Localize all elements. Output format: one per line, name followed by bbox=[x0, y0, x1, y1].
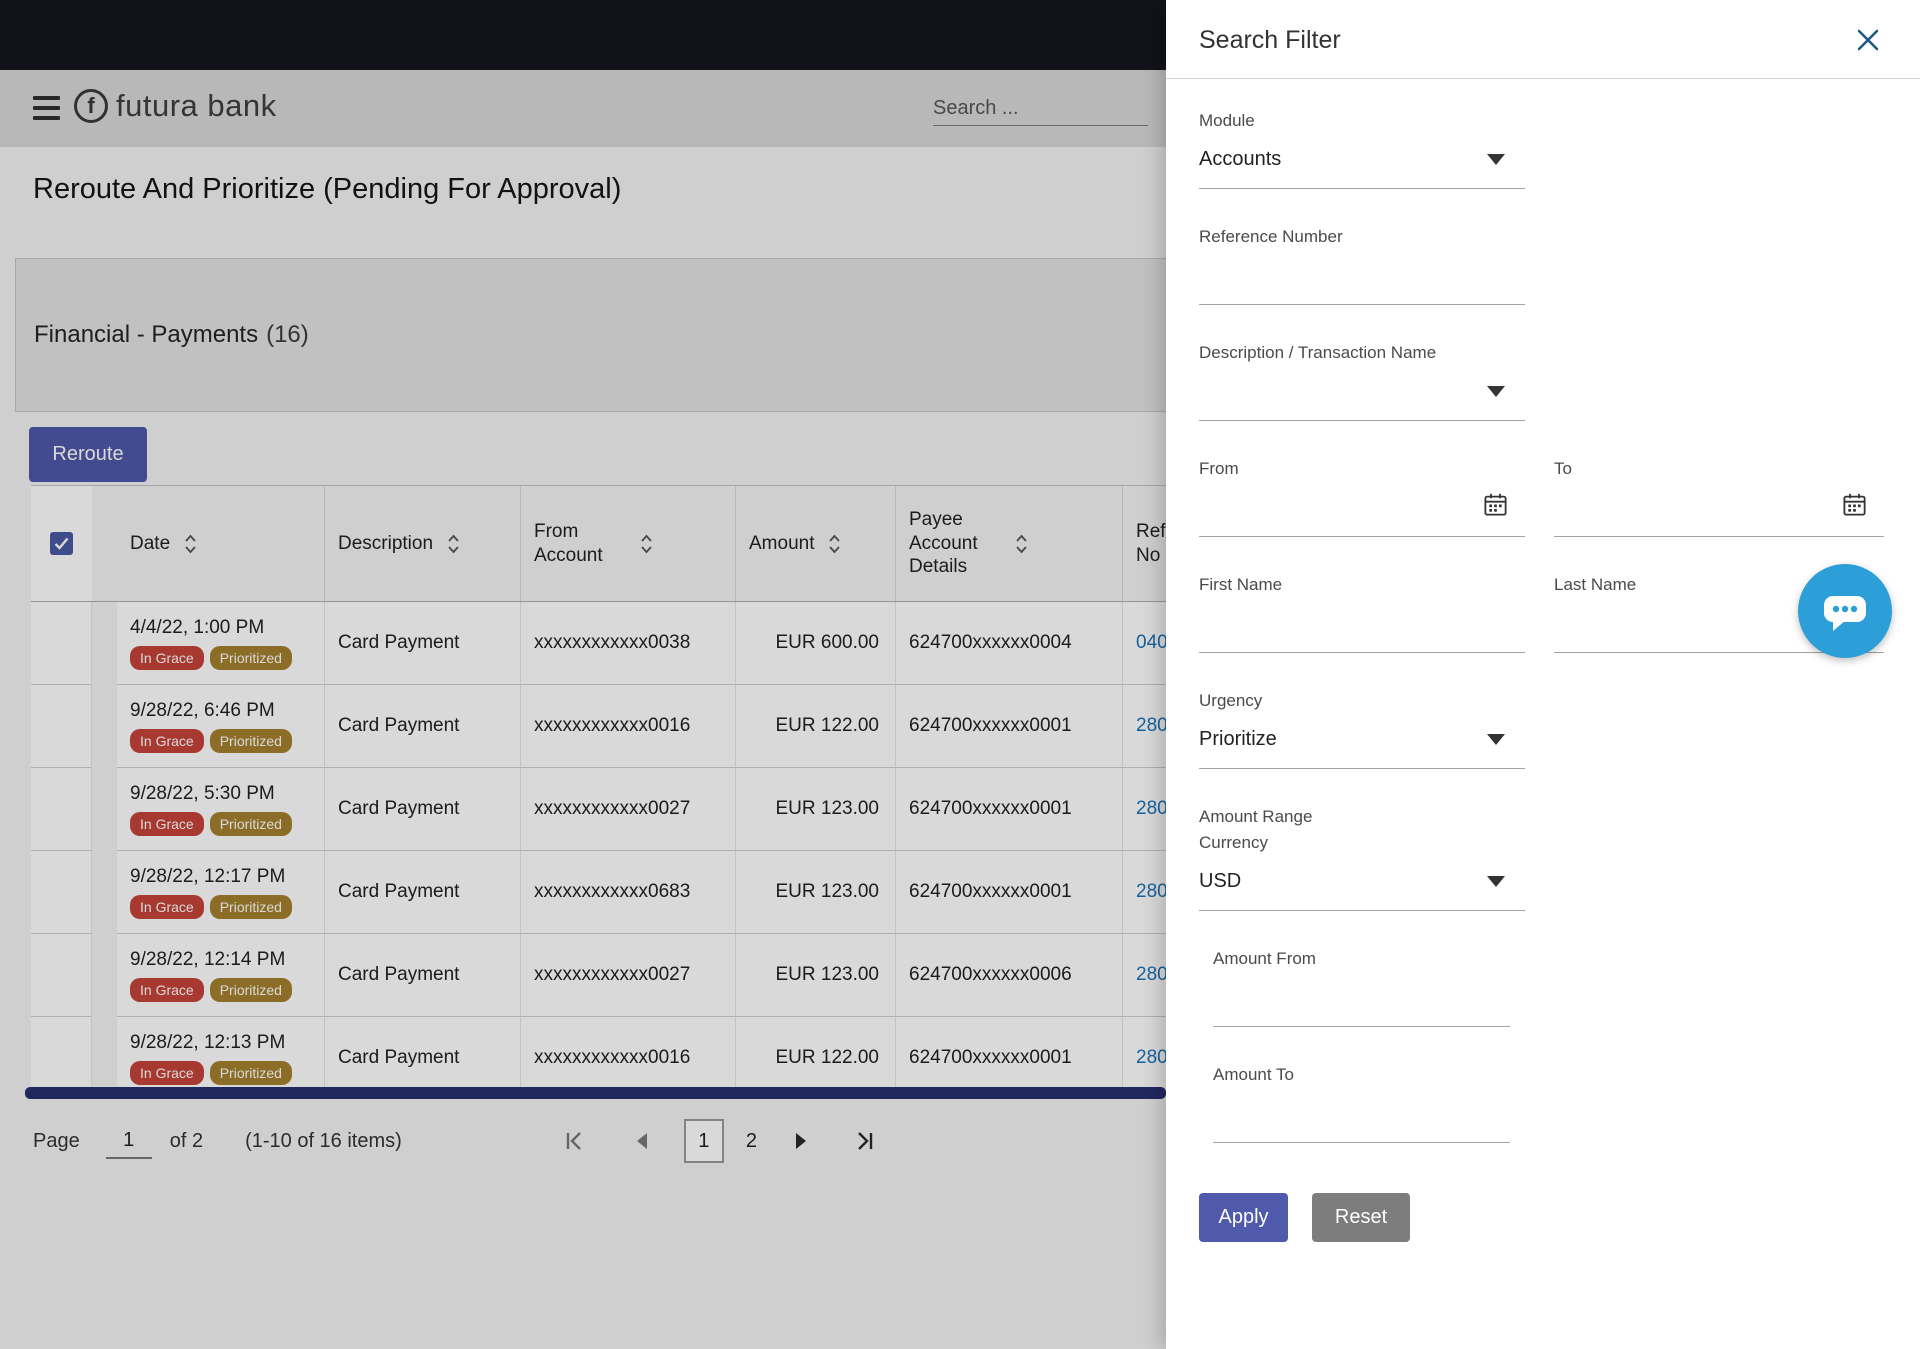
chevron-down-icon bbox=[1487, 386, 1505, 397]
amount-to-field: Amount To bbox=[1213, 1064, 1510, 1143]
first-name-label: First Name bbox=[1199, 574, 1525, 595]
chat-bubble-icon bbox=[1818, 584, 1872, 638]
amount-to-input[interactable] bbox=[1213, 1085, 1510, 1143]
urgency-label: Urgency bbox=[1199, 690, 1525, 711]
close-icon[interactable] bbox=[1852, 24, 1884, 56]
description-label: Description / Transaction Name bbox=[1199, 342, 1525, 363]
module-select[interactable]: Accounts bbox=[1199, 131, 1525, 189]
description-select[interactable] bbox=[1199, 363, 1525, 421]
urgency-select[interactable]: Prioritize bbox=[1199, 711, 1525, 769]
amount-range-section-label: Amount Range bbox=[1199, 806, 1525, 827]
description-field: Description / Transaction Name bbox=[1199, 342, 1525, 421]
amount-range-currency-field: Amount Range Currency USD bbox=[1199, 806, 1525, 911]
from-date-label: From bbox=[1199, 458, 1525, 479]
to-date-label: To bbox=[1554, 458, 1884, 479]
to-date-input[interactable] bbox=[1554, 479, 1884, 537]
chevron-down-icon bbox=[1487, 876, 1505, 887]
first-name-field: First Name bbox=[1199, 574, 1525, 653]
from-date-input[interactable] bbox=[1199, 479, 1525, 537]
amount-from-label: Amount From bbox=[1213, 948, 1510, 969]
chevron-down-icon bbox=[1487, 154, 1505, 165]
currency-label: Currency bbox=[1199, 832, 1525, 853]
apply-button[interactable]: Apply bbox=[1199, 1193, 1288, 1242]
module-label: Module bbox=[1199, 110, 1525, 131]
reset-button[interactable]: Reset bbox=[1312, 1193, 1410, 1242]
module-field: Module Accounts bbox=[1199, 110, 1525, 189]
reference-number-label: Reference Number bbox=[1199, 226, 1525, 247]
to-date-field: To bbox=[1554, 458, 1884, 537]
chat-fab-button[interactable] bbox=[1798, 564, 1892, 658]
urgency-value: Prioritize bbox=[1199, 728, 1277, 751]
chevron-down-icon bbox=[1487, 734, 1505, 745]
calendar-icon[interactable] bbox=[1482, 491, 1509, 524]
calendar-icon[interactable] bbox=[1841, 491, 1868, 524]
filter-title: Search Filter bbox=[1199, 26, 1341, 55]
urgency-field: Urgency Prioritize bbox=[1199, 690, 1525, 769]
module-value: Accounts bbox=[1199, 148, 1281, 171]
amount-to-label: Amount To bbox=[1213, 1064, 1510, 1085]
currency-select[interactable]: USD bbox=[1199, 853, 1525, 911]
reference-number-input[interactable] bbox=[1199, 247, 1525, 305]
search-filter-panel: Search Filter Module Accounts Reference … bbox=[1166, 0, 1920, 1349]
from-date-field: From bbox=[1199, 458, 1525, 537]
first-name-input[interactable] bbox=[1199, 595, 1525, 653]
amount-from-field: Amount From bbox=[1213, 948, 1510, 1027]
currency-value: USD bbox=[1199, 870, 1241, 893]
reference-number-field: Reference Number bbox=[1199, 226, 1525, 305]
amount-from-input[interactable] bbox=[1213, 969, 1510, 1027]
